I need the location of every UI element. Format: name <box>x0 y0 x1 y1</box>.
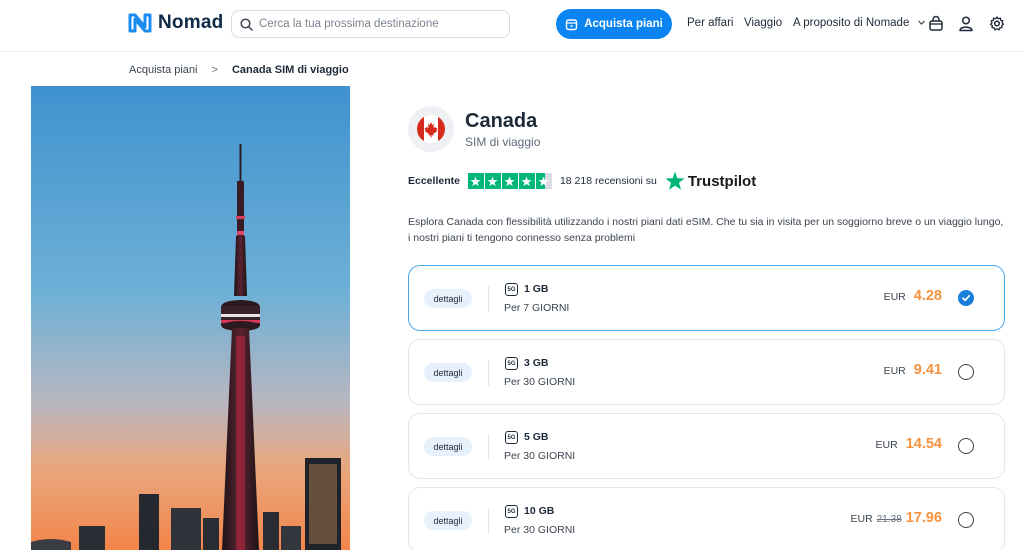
nav-about[interactable]: A proposito di Nomade <box>793 17 926 29</box>
plan-radio[interactable] <box>958 290 974 306</box>
product-subtitle: SIM di viaggio <box>465 135 541 149</box>
half-star-icon <box>535 173 552 189</box>
trustpilot-rating[interactable]: Eccellente 18 218 recensioni su Trustpil… <box>408 171 756 191</box>
plan-data-amount: 10 GB <box>524 505 555 517</box>
plan-price: EUR 4.28 <box>884 288 942 304</box>
bag-icon[interactable] <box>928 15 944 32</box>
details-button[interactable]: dettagli <box>424 289 472 308</box>
plan-price: EUR 14.54 <box>876 436 942 452</box>
trustpilot-star-icon <box>665 171 685 190</box>
plan-data-amount: 1 GB <box>524 283 549 295</box>
plan-duration: Per 30 GIORNI <box>504 450 576 462</box>
brand-logo[interactable]: Nomad <box>128 12 223 34</box>
destination-hero-image <box>31 86 350 550</box>
5g-icon: 5G <box>505 505 518 518</box>
nomad-logo-icon <box>128 13 152 33</box>
plan-divider <box>488 360 489 386</box>
brand-name: Nomad <box>158 12 224 33</box>
plan-option-1gb[interactable]: dettagli 5G 1 GB Per 7 GIORNI EUR 4.28 <box>408 265 1005 331</box>
chevron-down-icon <box>917 21 925 26</box>
buy-plans-button[interactable]: Acquista piani <box>556 9 672 39</box>
product-description: Esplora Canada con flessibilità utilizza… <box>408 216 1004 244</box>
price-original: 21.38 <box>876 514 902 525</box>
details-button[interactable]: dettagli <box>424 363 472 382</box>
star-icon <box>501 173 518 189</box>
top-navigation-bar: Nomad Acquista piani Per affari Viaggio … <box>0 0 1024 52</box>
shop-icon <box>565 18 578 30</box>
plan-duration: Per 30 GIORNI <box>504 376 576 388</box>
plan-option-10gb[interactable]: dettagli 5G 10 GB Per 30 GIORNI EUR 21.3… <box>408 487 1005 550</box>
plan-radio[interactable] <box>958 512 974 528</box>
star-icon <box>518 173 535 189</box>
price-currency: EUR <box>875 439 898 451</box>
search-icon <box>240 17 253 31</box>
plan-duration: Per 30 GIORNI <box>504 524 576 536</box>
plan-data-amount: 3 GB <box>524 357 549 369</box>
plan-divider <box>488 286 489 312</box>
details-button[interactable]: dettagli <box>424 437 472 456</box>
canada-flag-icon <box>417 115 445 143</box>
plan-price: EUR 9.41 <box>884 362 942 378</box>
price-amount: 14.54 <box>905 436 942 452</box>
country-title: Canada <box>465 110 538 132</box>
breadcrumb-buy-plans[interactable]: Acquista piani <box>129 64 198 76</box>
plan-radio[interactable] <box>958 438 974 454</box>
breadcrumb-current: Canada SIM di viaggio <box>231 64 349 76</box>
trustpilot-logo[interactable]: Trustpilot <box>665 171 756 191</box>
nav-business[interactable]: Per affari <box>687 17 733 29</box>
plan-radio[interactable] <box>958 364 974 380</box>
buy-plans-label: Acquista piani <box>584 18 663 30</box>
search-input[interactable] <box>259 18 499 30</box>
review-count: 18 218 recensioni su <box>559 175 657 187</box>
5g-icon: 5G <box>505 283 518 296</box>
cn-tower-illustration <box>31 86 350 550</box>
star-icon <box>467 173 484 189</box>
plan-price: EUR 21.38 17.96 <box>851 510 943 526</box>
price-amount: 9.41 <box>913 362 942 378</box>
5g-icon: 5G <box>505 357 518 370</box>
breadcrumb: Acquista piani > Canada SIM di viaggio <box>129 64 349 76</box>
price-currency: EUR <box>850 513 873 525</box>
price-amount: 17.96 <box>905 510 942 526</box>
breadcrumb-separator: > <box>211 64 218 76</box>
price-amount: 4.28 <box>913 288 942 304</box>
nav-about-label: A proposito di Nomade <box>793 17 910 29</box>
5g-icon: 5G <box>505 431 518 444</box>
plan-divider <box>488 508 489 534</box>
check-icon <box>962 294 971 302</box>
search-box[interactable] <box>231 10 510 38</box>
star-icon <box>484 173 501 189</box>
trustpilot-wordmark: Trustpilot <box>687 172 757 190</box>
user-icon[interactable] <box>958 15 974 32</box>
gear-icon[interactable] <box>989 15 1005 32</box>
details-button[interactable]: dettagli <box>424 511 472 530</box>
nav-travel[interactable]: Viaggio <box>744 17 782 29</box>
price-currency: EUR <box>883 291 906 303</box>
rating-label: Eccellente <box>408 175 460 187</box>
plan-option-3gb[interactable]: dettagli 5G 3 GB Per 30 GIORNI EUR 9.41 <box>408 339 1005 405</box>
rating-stars <box>467 173 552 189</box>
plan-duration: Per 7 GIORNI <box>504 302 570 314</box>
price-currency: EUR <box>883 365 906 377</box>
plan-divider <box>488 434 489 460</box>
country-flag-badge <box>408 106 454 152</box>
plan-option-5gb[interactable]: dettagli 5G 5 GB Per 30 GIORNI EUR 14.54 <box>408 413 1005 479</box>
plan-data-amount: 5 GB <box>524 431 549 443</box>
